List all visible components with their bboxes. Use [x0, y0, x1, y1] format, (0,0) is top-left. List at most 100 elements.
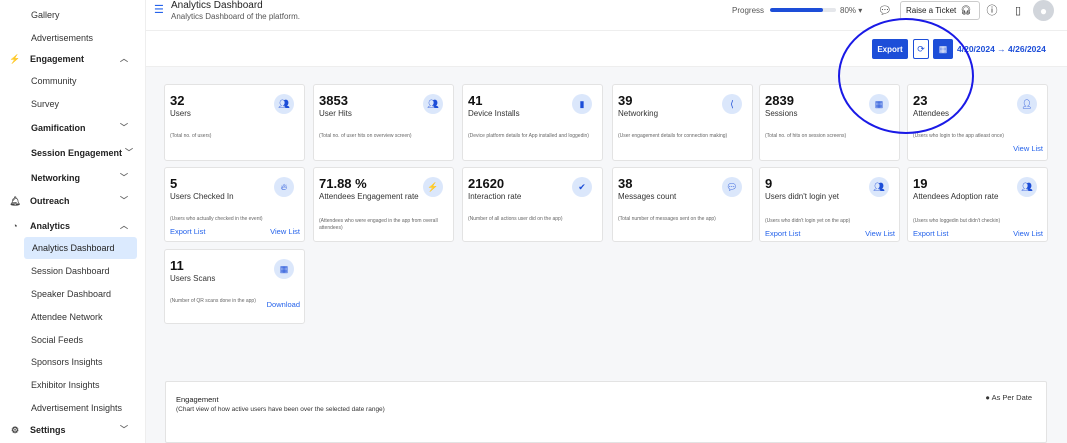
stat-card: 41 Device Installs (Device platform detail… — [462, 84, 603, 161]
progress-bar — [770, 8, 836, 12]
stat-value: 32 — [170, 93, 185, 108]
stat-card: 11 Users Scans (Number of QR scans done in… — [164, 249, 305, 324]
sidebar-item-sponsors-insights[interactable]: Sponsors Insights — [0, 351, 146, 373]
sidebar-item-label: Engagement — [30, 54, 85, 64]
chevron-down-icon: ﹀ — [120, 123, 128, 132]
sidebar-item-social-feeds[interactable]: Social Feeds — [0, 329, 146, 351]
sidebar-item-outreach[interactable]: 🔔︎ Outreach ﹀ — [0, 190, 146, 212]
users-icon: 👥︎ — [423, 94, 443, 114]
stat-label: Users — [170, 109, 191, 118]
menu-icon[interactable]: ☰ — [154, 3, 164, 16]
page-title: Analytics Dashboard — [171, 0, 263, 11]
pie-chart-icon: ◔ — [12, 221, 18, 231]
users-icon: 👥︎ — [1017, 177, 1037, 197]
info-icon[interactable]: ⓘ — [984, 2, 1000, 18]
stat-label: Messages count — [618, 192, 677, 201]
view-list-link[interactable]: View List — [1013, 144, 1043, 153]
view-list-link[interactable]: View List — [865, 229, 895, 238]
sidebar-item-label: Analytics Dashboard — [32, 243, 115, 253]
stat-value: 19 — [913, 176, 928, 191]
sidebar-item-advertisement-insights[interactable]: Advertisement Insights — [0, 397, 146, 419]
view-list-link[interactable]: View List — [1013, 229, 1043, 238]
progress-value[interactable]: 80% ▾ — [840, 6, 862, 15]
sidebar-item-advertisements[interactable]: Advertisements — [0, 27, 146, 49]
chevron-down-icon: ﹀ — [120, 173, 128, 182]
sidebar-item-label: Outreach — [30, 196, 70, 206]
sidebar-item-community[interactable]: Community — [0, 70, 146, 92]
stat-label: User Hits — [319, 109, 352, 118]
stat-description: (Users who login to the app atleast once… — [913, 133, 1004, 139]
sidebar-item-analytics[interactable]: ◔ Analytics ︿ — [0, 215, 146, 237]
sidebar-item-label: Speaker Dashboard — [31, 289, 112, 299]
bell-icon: 🔔︎ — [9, 195, 21, 206]
stat-value: 11 — [170, 258, 184, 273]
sidebar-item-label: Attendee Network — [31, 312, 103, 322]
share-icon: ⟨ — [722, 94, 742, 114]
sidebar-item-attendee-network[interactable]: Attendee Network — [0, 306, 146, 328]
sidebar-item-analytics-dashboard[interactable]: Analytics Dashboard — [24, 237, 137, 259]
stat-label: Networking — [618, 109, 659, 118]
stat-card: 38 Messages count (Total number of message… — [612, 167, 753, 242]
sidebar-item-label: Social Feeds — [31, 335, 84, 345]
chat-icon[interactable]: 💬︎ — [877, 2, 893, 18]
stat-card: 39 Networking (User engagement details for… — [612, 84, 753, 161]
stat-description: (Total number of messages sent on the ap… — [618, 216, 716, 222]
headset-icon: 🎧︎ — [960, 5, 972, 15]
date-range[interactable]: 4/20/2024 → 4/26/2024 — [957, 44, 1046, 54]
sidebar-item-label: Analytics — [30, 221, 71, 231]
sidebar-item-exhibitor-insights[interactable]: Exhibitor Insights — [0, 374, 146, 396]
sidebar-item-gamification[interactable]: Gamification ﹀ — [0, 117, 146, 139]
gear-icon: ⚙ — [10, 424, 20, 435]
chevron-down-icon: ﹀ — [125, 148, 133, 157]
sidebar-item-session-engagement[interactable]: Session Engagement ﹀ — [0, 142, 146, 164]
stat-value: 38 — [618, 176, 633, 191]
stat-description: (Attendees who were engaged in the app f… — [319, 218, 438, 231]
sidebar-item-speaker-dashboard[interactable]: Speaker Dashboard — [0, 283, 146, 305]
engagement-legend[interactable]: ● As Per Date — [985, 393, 1032, 402]
sidebar-item-session-dashboard[interactable]: Session Dashboard — [0, 260, 146, 282]
sidebar-item-gallery[interactable]: Gallery — [0, 4, 146, 26]
progress-label: Progress — [732, 6, 765, 15]
stat-description: (Total no. of hits on session screens) — [765, 133, 847, 139]
annotation-circle — [838, 18, 974, 134]
stat-label: Users Scans — [170, 274, 216, 283]
raise-ticket-button[interactable]: Raise a Ticket 🎧︎ — [900, 1, 980, 20]
sidebar-item-label: Session Dashboard — [31, 266, 110, 276]
download-link[interactable]: Download — [267, 300, 300, 309]
bolt-icon: ⚡ — [423, 177, 443, 197]
stat-value: 5 — [170, 176, 178, 191]
stat-card: 3853 User Hits (Total no. of user hits on … — [313, 84, 454, 161]
stat-description: (Users who actually checked in the event… — [170, 216, 263, 222]
stat-value: 39 — [618, 93, 633, 108]
export-list-link[interactable]: Export List — [765, 229, 800, 238]
stat-card: 5 Users Checked In (Users who actually che… — [164, 167, 305, 242]
engagement-title: Engagement — [176, 395, 219, 404]
users-icon: 👥︎ — [274, 94, 294, 114]
qr-icon: ▦ — [274, 259, 294, 279]
stat-description: (Total no. of users) — [170, 133, 212, 139]
phone-icon[interactable]: ▯ — [1010, 2, 1026, 18]
engagement-panel: Engagement (Chart view of how active use… — [165, 381, 1047, 443]
export-list-link[interactable]: Export List — [170, 227, 205, 236]
sidebar: Gallery Advertisements ⚡ Engagement ︿ Co… — [0, 0, 146, 443]
stat-description: (Total no. of user hits on overview scre… — [319, 133, 412, 139]
sidebar-item-networking[interactable]: Networking ﹀ — [0, 167, 146, 189]
sidebar-item-survey[interactable]: Survey — [0, 93, 146, 115]
sidebar-item-settings[interactable]: ⚙ Settings ﹀ — [0, 419, 146, 441]
sidebar-item-engagement[interactable]: ⚡ Engagement ︿ — [0, 48, 146, 70]
sidebar-item-label: Survey — [31, 99, 60, 109]
stat-description: (User engagement details for connection … — [618, 133, 728, 139]
stat-label: Attendees Engagement rate — [319, 192, 419, 201]
avatar[interactable]: ● — [1033, 0, 1054, 21]
stat-label: Users didn't login yet — [765, 192, 840, 201]
view-list-link[interactable]: View List — [270, 227, 300, 236]
sidebar-item-label: Gamification — [31, 123, 86, 133]
stat-value: 3853 — [319, 93, 348, 108]
export-list-link[interactable]: Export List — [913, 229, 948, 238]
stat-description: (Users who loggedin but didn't checkin) — [913, 218, 1001, 224]
page-subtitle: Analytics Dashboard of the platform. — [171, 12, 300, 21]
users-icon: 👥︎ — [869, 177, 889, 197]
stat-description: (Number of all actions user did on the a… — [468, 216, 563, 222]
sidebar-item-label: Gallery — [31, 10, 60, 20]
check-icon: ✔ — [572, 177, 592, 197]
